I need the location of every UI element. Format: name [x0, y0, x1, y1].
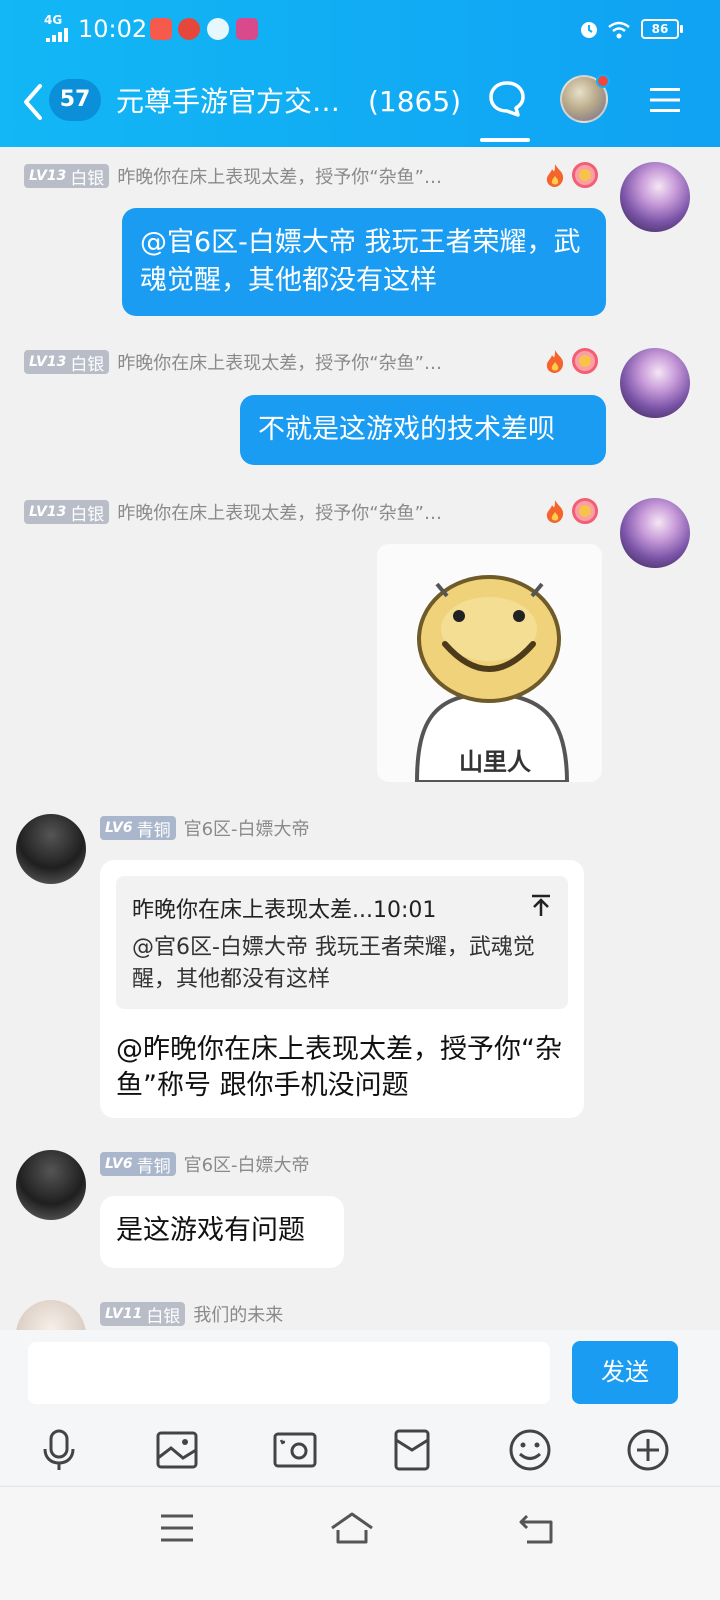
message-bubble[interactable]: 是这游戏有问题 [100, 1196, 344, 1268]
quoted-message[interactable]: 昨晚你在床上表现太差...10:01 @官6区-白嫖大帝 我玩王者荣耀，武魂觉醒… [116, 876, 568, 1009]
flower-icon [572, 348, 598, 374]
emoji-icon[interactable] [508, 1428, 552, 1472]
app-notification-icon [178, 18, 200, 40]
sender-name[interactable]: 昨晚你在床上表现太差，授予你“杂鱼”… [117, 349, 442, 375]
member-count[interactable]: (1865) [368, 84, 461, 120]
clock: 10:02 [78, 15, 148, 43]
microphone-icon[interactable] [37, 1428, 81, 1472]
chat-bubble-icon[interactable] [488, 80, 526, 118]
avatar[interactable] [620, 162, 690, 232]
sender-name[interactable]: 我们的未来 [193, 1301, 283, 1327]
red-packet-icon[interactable] [390, 1428, 434, 1472]
network-type: 4G [44, 13, 63, 27]
menu-icon[interactable] [650, 86, 680, 114]
avatar[interactable] [16, 1150, 86, 1220]
message-meta: LV6 青铜 官6区-白嫖大帝 [100, 1151, 310, 1177]
avatar[interactable] [620, 348, 690, 418]
sender-name[interactable]: 官6区-白嫖大帝 [184, 815, 310, 841]
wifi-icon [608, 21, 630, 39]
back-arrow-icon[interactable] [20, 82, 48, 122]
flower-icon [572, 498, 598, 524]
avatar[interactable] [16, 814, 86, 884]
chat-header: 4G 10:02 86 57 元尊手游官方交… (1865) [0, 0, 720, 147]
recent-apps-icon[interactable] [153, 1508, 201, 1548]
level-badge: LV13 白银 [24, 350, 110, 375]
battery-tip [680, 25, 683, 33]
message-meta: LV11 白银 我们的未来 [100, 1301, 283, 1327]
avatar[interactable] [16, 1300, 86, 1330]
quote-body: @官6区-白嫖大帝 我玩王者荣耀，武魂觉醒，其他都没有这样 [132, 935, 535, 992]
message-input[interactable] [28, 1342, 550, 1404]
sticker-image[interactable]: 山里人 [377, 544, 602, 782]
status-bar: 4G 10:02 86 [0, 12, 720, 48]
app-notification-icon [236, 18, 258, 40]
active-tab-indicator [480, 138, 530, 142]
message-text: @昨晚你在床上表现太差，授予你“杂鱼”称号 跟你手机没问题 [116, 1034, 562, 1101]
sticker-caption: 山里人 [459, 748, 531, 776]
level-badge: LV11 白银 [100, 1302, 186, 1327]
fire-icon [546, 500, 564, 523]
back-icon[interactable] [513, 1508, 561, 1548]
level-badge: LV6 青铜 [100, 816, 176, 841]
plus-icon[interactable] [626, 1428, 670, 1472]
signal-icon [46, 28, 68, 42]
app-notification-icon [150, 18, 172, 40]
level-badge: LV13 白银 [24, 164, 110, 189]
home-icon[interactable] [328, 1508, 376, 1548]
message-meta: LV13 白银 昨晚你在床上表现太差，授予你“杂鱼”… [24, 349, 442, 375]
avatar[interactable] [620, 498, 690, 568]
sender-name[interactable]: 昨晚你在床上表现太差，授予你“杂鱼”… [117, 163, 442, 189]
partial-message: LV11 白银 我们的未来 [0, 1290, 720, 1330]
app-notification-icon [207, 18, 229, 40]
jump-to-original-icon[interactable] [530, 894, 552, 918]
camera-icon[interactable] [273, 1428, 317, 1472]
message-bubble[interactable]: 不就是这游戏的技术差呗 [240, 395, 606, 465]
notification-dot [596, 74, 610, 88]
level-badge: LV6 青铜 [100, 1152, 176, 1177]
fire-icon [546, 164, 564, 187]
message-meta: LV6 青铜 官6区-白嫖大帝 [100, 815, 310, 841]
battery-level: 86 [641, 19, 679, 39]
message-meta: LV13 白银 昨晚你在床上表现太差，授予你“杂鱼”… [24, 499, 442, 525]
level-badge: LV13 白银 [24, 500, 110, 525]
sender-name[interactable]: 官6区-白嫖大帝 [184, 1151, 310, 1177]
send-button[interactable]: 发送 [572, 1341, 678, 1404]
alarm-icon [581, 22, 597, 38]
flower-icon [572, 162, 598, 188]
fire-icon [546, 350, 564, 373]
image-icon[interactable] [155, 1428, 199, 1472]
message-meta: LV13 白银 昨晚你在床上表现太差，授予你“杂鱼”… [24, 163, 442, 189]
message-bubble[interactable]: @官6区-白嫖大帝 我玩王者荣耀，武魂觉醒，其他都没有这样 [122, 208, 606, 316]
sender-name[interactable]: 昨晚你在床上表现太差，授予你“杂鱼”… [117, 499, 442, 525]
quote-header: 昨晚你在床上表现太差...10:01 [132, 898, 437, 923]
chat-title[interactable]: 元尊手游官方交… [116, 84, 340, 120]
unread-count-badge[interactable]: 57 [49, 79, 101, 121]
